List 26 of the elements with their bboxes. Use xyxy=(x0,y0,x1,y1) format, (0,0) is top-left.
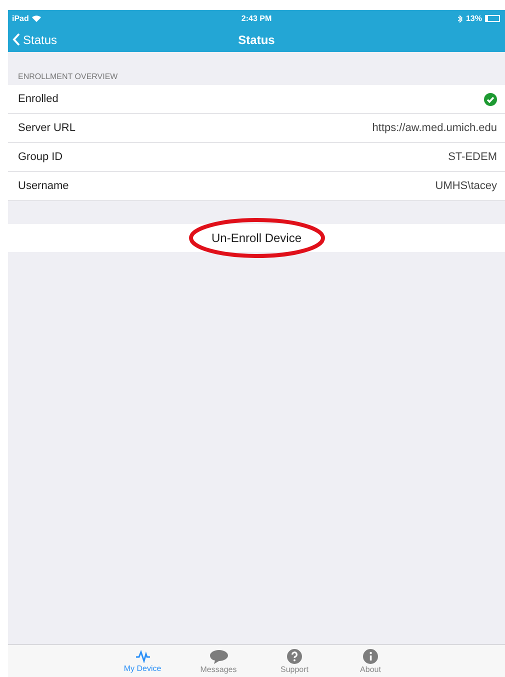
row-label: Server URL xyxy=(18,122,76,134)
battery-percent: 13% xyxy=(466,14,482,23)
help-icon xyxy=(287,649,302,664)
row-label: Enrolled xyxy=(18,93,58,105)
section-header: ENROLLMENT OVERVIEW xyxy=(17,72,119,83)
tab-bar-item[interactable]: About xyxy=(346,645,394,677)
nav-title: Status xyxy=(238,32,275,46)
un-enroll-button[interactable]: Un-Enroll Device xyxy=(8,224,505,252)
chevron-left-icon xyxy=(12,33,20,46)
speech-bubble-icon xyxy=(208,649,228,664)
device-name: iPad xyxy=(12,14,29,23)
tab-bar-item[interactable]: Messages xyxy=(194,645,242,677)
row-value: ST-EDEM xyxy=(448,151,497,163)
info-icon xyxy=(363,649,378,664)
battery-icon xyxy=(484,15,501,22)
pulse-icon xyxy=(134,649,150,663)
row-value: https://aw.med.umich.edu xyxy=(372,122,497,134)
row-label: Username xyxy=(18,180,69,192)
row-value: UMHS\tacey xyxy=(435,180,497,192)
back-button[interactable]: Status xyxy=(8,32,62,46)
clock-time: 2:43 PM xyxy=(241,14,272,23)
bluetooth-icon xyxy=(458,14,463,22)
tab-bar-item[interactable]: My Device xyxy=(118,645,166,677)
row-label: Group ID xyxy=(18,151,63,163)
tab-bar-item[interactable]: Support xyxy=(270,645,318,677)
wifi-icon xyxy=(32,15,41,22)
